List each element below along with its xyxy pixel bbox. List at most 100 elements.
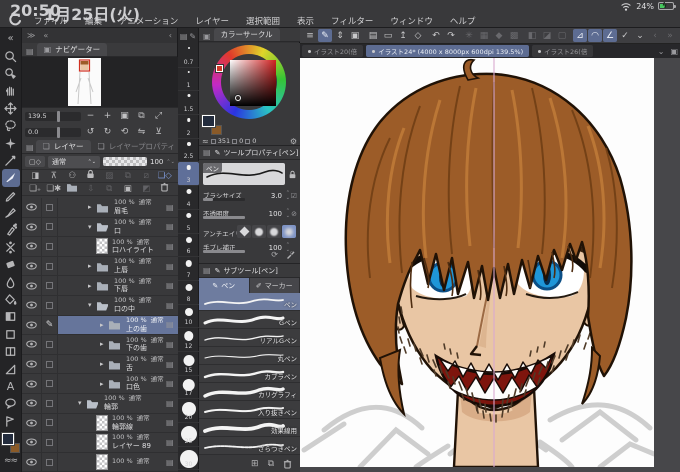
auto-select-tool[interactable]: [2, 134, 20, 151]
visibility-eye-icon[interactable]: [22, 256, 42, 276]
main-color[interactable]: [0, 431, 15, 446]
reset-rotation-button[interactable]: ⟲: [117, 126, 132, 139]
sub-tool-item[interactable]: カリグラフィ: [199, 383, 300, 401]
menu-window[interactable]: ウィンドウ: [390, 15, 433, 27]
antialias-none-button[interactable]: [237, 225, 251, 238]
operate-tool[interactable]: [2, 65, 20, 82]
ruler-layer-icon[interactable]: ⧄: [137, 170, 156, 183]
layer-thumbnail[interactable]: [96, 454, 108, 471]
layer-item-menu-icon[interactable]: ▤: [166, 340, 178, 349]
visibility-eye-icon[interactable]: [22, 315, 42, 335]
rotate-right-button[interactable]: ↻: [100, 126, 115, 139]
open-file-icon[interactable]: ▭: [381, 29, 395, 42]
fill-selection-icon[interactable]: ◆: [492, 29, 506, 42]
snap-special-ruler-icon[interactable]: ∠: [603, 29, 617, 42]
reset-view-button[interactable]: ⊻: [151, 126, 166, 139]
fit-screen-button[interactable]: ▣: [117, 110, 132, 123]
menu-layer[interactable]: レイヤー: [195, 15, 229, 27]
eraser-tool[interactable]: [2, 256, 20, 273]
zoom-tool[interactable]: [2, 47, 20, 64]
color-history-icon[interactable]: ≈≈: [4, 456, 18, 466]
brush-size-item[interactable]: 15: [178, 352, 199, 376]
balloon-tool[interactable]: [2, 395, 20, 412]
menu-filter[interactable]: フィルター: [331, 15, 373, 27]
expand-arrow-icon[interactable]: ▸: [100, 380, 108, 388]
stepper-icon[interactable]: ⌃ ⌄: [286, 191, 290, 201]
menu-selection[interactable]: 選択範囲: [246, 15, 280, 27]
expand-arrow-icon[interactable]: ▸: [100, 340, 108, 348]
layer-item-menu-icon[interactable]: ▤: [166, 418, 178, 427]
visibility-eye-icon[interactable]: [22, 433, 42, 452]
collapse-commandbar-icon[interactable]: ⌄: [633, 29, 647, 42]
layer-checkbox[interactable]: [46, 380, 53, 388]
brush-size-item[interactable]: 4: [178, 186, 199, 210]
actual-size-button[interactable]: ⤢: [151, 110, 166, 123]
brush-size-slider[interactable]: [203, 198, 245, 201]
visibility-eye-icon[interactable]: [22, 354, 42, 374]
blend-mode-select[interactable]: 通常 ⌃⌄: [48, 155, 100, 168]
move-layer-tool[interactable]: [2, 100, 20, 117]
tab-list-chevron-icon[interactable]: ⌄: [658, 47, 665, 56]
tab-pen[interactable]: ✎ ペン: [199, 278, 250, 293]
visibility-eye-icon[interactable]: [22, 393, 42, 413]
layer-row[interactable]: ▸ 100 % 通常舌 ▤: [22, 354, 178, 375]
fill-tool[interactable]: [2, 291, 20, 308]
brush-size-item-selected[interactable]: 3: [178, 162, 199, 187]
new-correction-layer-icon[interactable]: ❏✱: [45, 183, 64, 196]
layer-item-menu-icon[interactable]: ▤: [166, 379, 178, 388]
brush-size-item[interactable]: 17: [178, 376, 199, 400]
sub-tool-item[interactable]: カブラペン: [199, 365, 300, 383]
dock-expand-icon[interactable]: ≫: [27, 31, 35, 40]
expand-arrow-icon[interactable]: ▾: [88, 301, 96, 309]
panel-menu-icon[interactable]: ▤: [26, 47, 34, 56]
visibility-eye-icon[interactable]: [22, 413, 42, 433]
opacity-stepper-icon[interactable]: ⌃⌄: [166, 159, 174, 165]
layer-property-tab[interactable]: ❏ レイヤープロパティ: [91, 140, 178, 153]
touch-gesture-icon[interactable]: ✎: [318, 29, 332, 42]
sub-tool-item[interactable]: 効果線用: [199, 419, 300, 437]
sv-marker[interactable]: [235, 95, 241, 101]
menu-edit[interactable]: 編集: [85, 15, 102, 27]
navigator-preview[interactable]: [22, 57, 178, 107]
sub-tool-item[interactable]: 入り抜きペン: [199, 401, 300, 419]
panel-menu-icon[interactable]: ▤: [203, 148, 211, 157]
visibility-eye-icon[interactable]: [22, 198, 42, 217]
brush-size-item[interactable]: 20: [178, 399, 199, 423]
invert-selection-icon[interactable]: ◪: [540, 29, 554, 42]
new-layer-icon[interactable]: ❏₊: [26, 183, 45, 196]
antialias-middle-button[interactable]: [267, 225, 281, 238]
canvas-tab[interactable]: イラスト20(倍: [302, 45, 364, 57]
expand-arrow-icon[interactable]: ▸: [100, 360, 108, 368]
layer-row[interactable]: 100 % 通常 輪郭線 ▤: [22, 413, 178, 434]
rotate-slider[interactable]: 0.0: [25, 126, 81, 138]
ruler-tool[interactable]: [2, 360, 20, 377]
menu-help[interactable]: ヘルプ: [450, 15, 476, 27]
confirm-check-icon[interactable]: ✓: [618, 29, 632, 42]
brush-size-item[interactable]: 6: [178, 234, 199, 258]
palette-color-combo[interactable]: ▢◇: [25, 156, 45, 167]
layer-row[interactable]: ▸ 100 % 通常 下唇 ▤: [22, 276, 178, 296]
canvas-tab[interactable]: イラスト26(倍: [532, 45, 594, 57]
brush-size-item[interactable]: 10: [178, 305, 199, 329]
reference-layer-icon[interactable]: ⚇: [63, 170, 82, 183]
decoration-tool[interactable]: [2, 239, 20, 256]
snap-curve-icon[interactable]: ◠: [588, 29, 602, 42]
layer-checkbox[interactable]: [46, 360, 53, 368]
opacity-slider[interactable]: [103, 157, 147, 166]
snap-ruler-icon[interactable]: ⊿: [573, 29, 587, 42]
layer-item-menu-icon[interactable]: ▤: [166, 281, 178, 290]
zoom-in-button[interactable]: +: [100, 110, 115, 123]
correct-line-tool[interactable]: [2, 413, 20, 430]
export-icon[interactable]: ↥: [396, 29, 410, 42]
blend-tool[interactable]: [2, 273, 20, 290]
pencil-tool[interactable]: [2, 187, 20, 204]
layer-row[interactable]: ▸ 100 % 通常 上唇 ▤: [22, 256, 178, 277]
brush-size-item[interactable]: 7: [178, 257, 199, 281]
opacity-slider[interactable]: [203, 216, 245, 219]
canvas-tab-active[interactable]: イラスト24* (4000 x 8000px 600dpi 139.5%): [366, 45, 530, 57]
layers-tab[interactable]: ❏ レイヤー: [35, 140, 91, 153]
antialias-weak-button[interactable]: [252, 225, 266, 238]
layer-checkbox[interactable]: [46, 242, 53, 250]
layer-checkbox[interactable]: [46, 203, 53, 211]
filter-icon[interactable]: ✳: [462, 29, 476, 42]
